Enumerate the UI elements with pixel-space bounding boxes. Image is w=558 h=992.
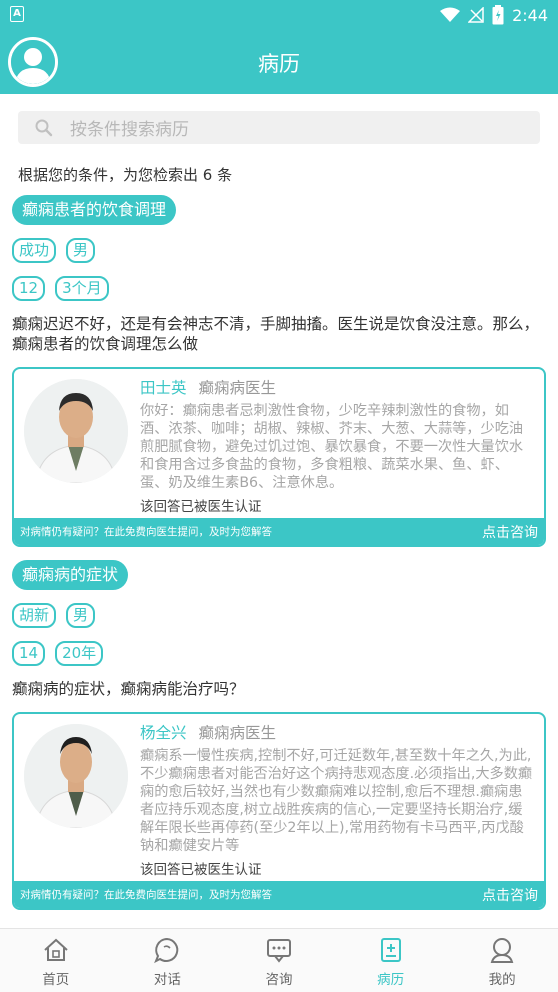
record-title: 癫痫患者的饮食调理 [12, 195, 177, 225]
status-bar: A 2:44 [0, 0, 558, 30]
verified-label: 该回答已被医生认证 [140, 499, 262, 515]
notification-icon: A [10, 6, 24, 22]
tab-label: 病历 [377, 972, 405, 988]
consult-button[interactable]: 点击咨询 [482, 885, 538, 905]
search-icon [35, 119, 53, 136]
record-list[interactable]: 癫痫患者的饮食调理 成功 男 12 3个月 癫痫迟迟不好，还是有会神志不清，手脚… [0, 195, 558, 928]
battery-icon [492, 5, 504, 25]
search-placeholder: 按条件搜索病历 [70, 120, 189, 140]
consult-button[interactable]: 点击咨询 [482, 522, 538, 542]
chat-bubble-icon [154, 937, 179, 964]
profile-icon [490, 938, 514, 963]
tag: 14 [12, 641, 46, 666]
tag-row: 胡新 男 [12, 603, 558, 628]
question-text: 癫痫迟迟不好，还是有会神志不清，手脚抽搐。医生说是饮食没注意。那么，癫痫患者的饮… [12, 315, 540, 353]
question-text: 癫痫病的症状，癫痫病能治疗吗？ [12, 680, 245, 698]
answer-text: 你好：癫痫患者忌刺激性食物，少吃辛辣刺激性的食物，如酒、浓茶、咖啡；胡椒、辣椒、… [140, 403, 524, 491]
tag: 胡新 [12, 603, 57, 628]
tag-row: 12 3个月 [12, 276, 558, 301]
doctor-photo [24, 724, 128, 828]
verified-label: 该回答已被医生认证 [140, 862, 262, 878]
tab-medical-record[interactable]: 病历 [335, 929, 447, 992]
home-icon [44, 938, 68, 961]
answer-card[interactable]: 田士英 癫痫病医生 你好：癫痫患者忌刺激性食物，少吃辛辣刺激性的食物，如酒、浓茶、… [12, 367, 546, 547]
card-footer[interactable]: 对病情仍有疑问？在此免费向医生提问，及时为您解答 点击咨询 [14, 518, 544, 545]
doctor-name: 田士英 [140, 379, 187, 397]
tab-profile[interactable]: 我的 [446, 929, 558, 992]
medical-record-icon [380, 938, 401, 962]
app-header: 病历 [0, 30, 558, 94]
tag-row: 成功 男 [12, 238, 558, 263]
tag-row: 14 20年 [12, 641, 558, 666]
tab-chat[interactable]: 对话 [112, 929, 224, 992]
bottom-tab-bar: 首页 对话 咨询 病历 我的 [0, 928, 558, 992]
doctor-photo [24, 379, 128, 483]
page-title: 病历 [258, 52, 300, 76]
tag: 成功 [12, 238, 57, 263]
record-title: 癫痫病的症状 [12, 560, 129, 590]
answer-card[interactable]: 杨全兴 癫痫病医生 癫痫系一慢性疾病,控制不好,可迁延数年,甚至数十年之久,为此,… [12, 712, 546, 910]
record-item[interactable]: 癫痫患者的饮食调理 成功 男 12 3个月 癫痫迟迟不好，还是有会神志不清，手脚… [0, 195, 558, 547]
tag: 男 [66, 603, 96, 628]
tag: 20年 [55, 641, 104, 666]
consult-icon [266, 939, 291, 963]
tab-label: 我的 [488, 972, 516, 988]
wifi-icon [440, 7, 461, 22]
record-item[interactable]: 癫痫病的症状 胡新 男 14 20年 癫痫病的症状，癫痫病能治疗吗？ 杨全兴 癫… [0, 560, 558, 910]
tag: 12 [12, 276, 46, 301]
footer-hint: 对病情仍有疑问？在此免费向医生提问，及时为您解答 [20, 889, 272, 901]
clock: 2:44 [512, 5, 548, 25]
search-input[interactable]: 按条件搜索病历 [18, 111, 540, 144]
card-footer[interactable]: 对病情仍有疑问？在此免费向医生提问，及时为您解答 点击咨询 [14, 881, 544, 908]
tab-consult[interactable]: 咨询 [223, 929, 335, 992]
no-signal-icon [468, 7, 484, 23]
tab-label: 咨询 [265, 972, 293, 988]
tab-label: 首页 [42, 972, 70, 988]
doctor-department: 癫痫病医生 [198, 379, 277, 397]
footer-hint: 对病情仍有疑问？在此免费向医生提问，及时为您解答 [20, 526, 272, 538]
status-icons: 2:44 [440, 4, 548, 26]
tab-label: 对话 [153, 972, 181, 988]
tag: 3个月 [55, 276, 109, 301]
answer-text: 癫痫系一慢性疾病,控制不好,可迁延数年,甚至数十年之久,为此,不少癫痫患者对能否… [140, 748, 533, 854]
doctor-name: 杨全兴 [140, 724, 187, 742]
tag: 男 [66, 238, 96, 263]
result-summary: 根据您的条件，为您检索出 6 条 [18, 166, 233, 184]
doctor-department: 癫痫病医生 [198, 724, 277, 742]
tab-home[interactable]: 首页 [0, 929, 112, 992]
